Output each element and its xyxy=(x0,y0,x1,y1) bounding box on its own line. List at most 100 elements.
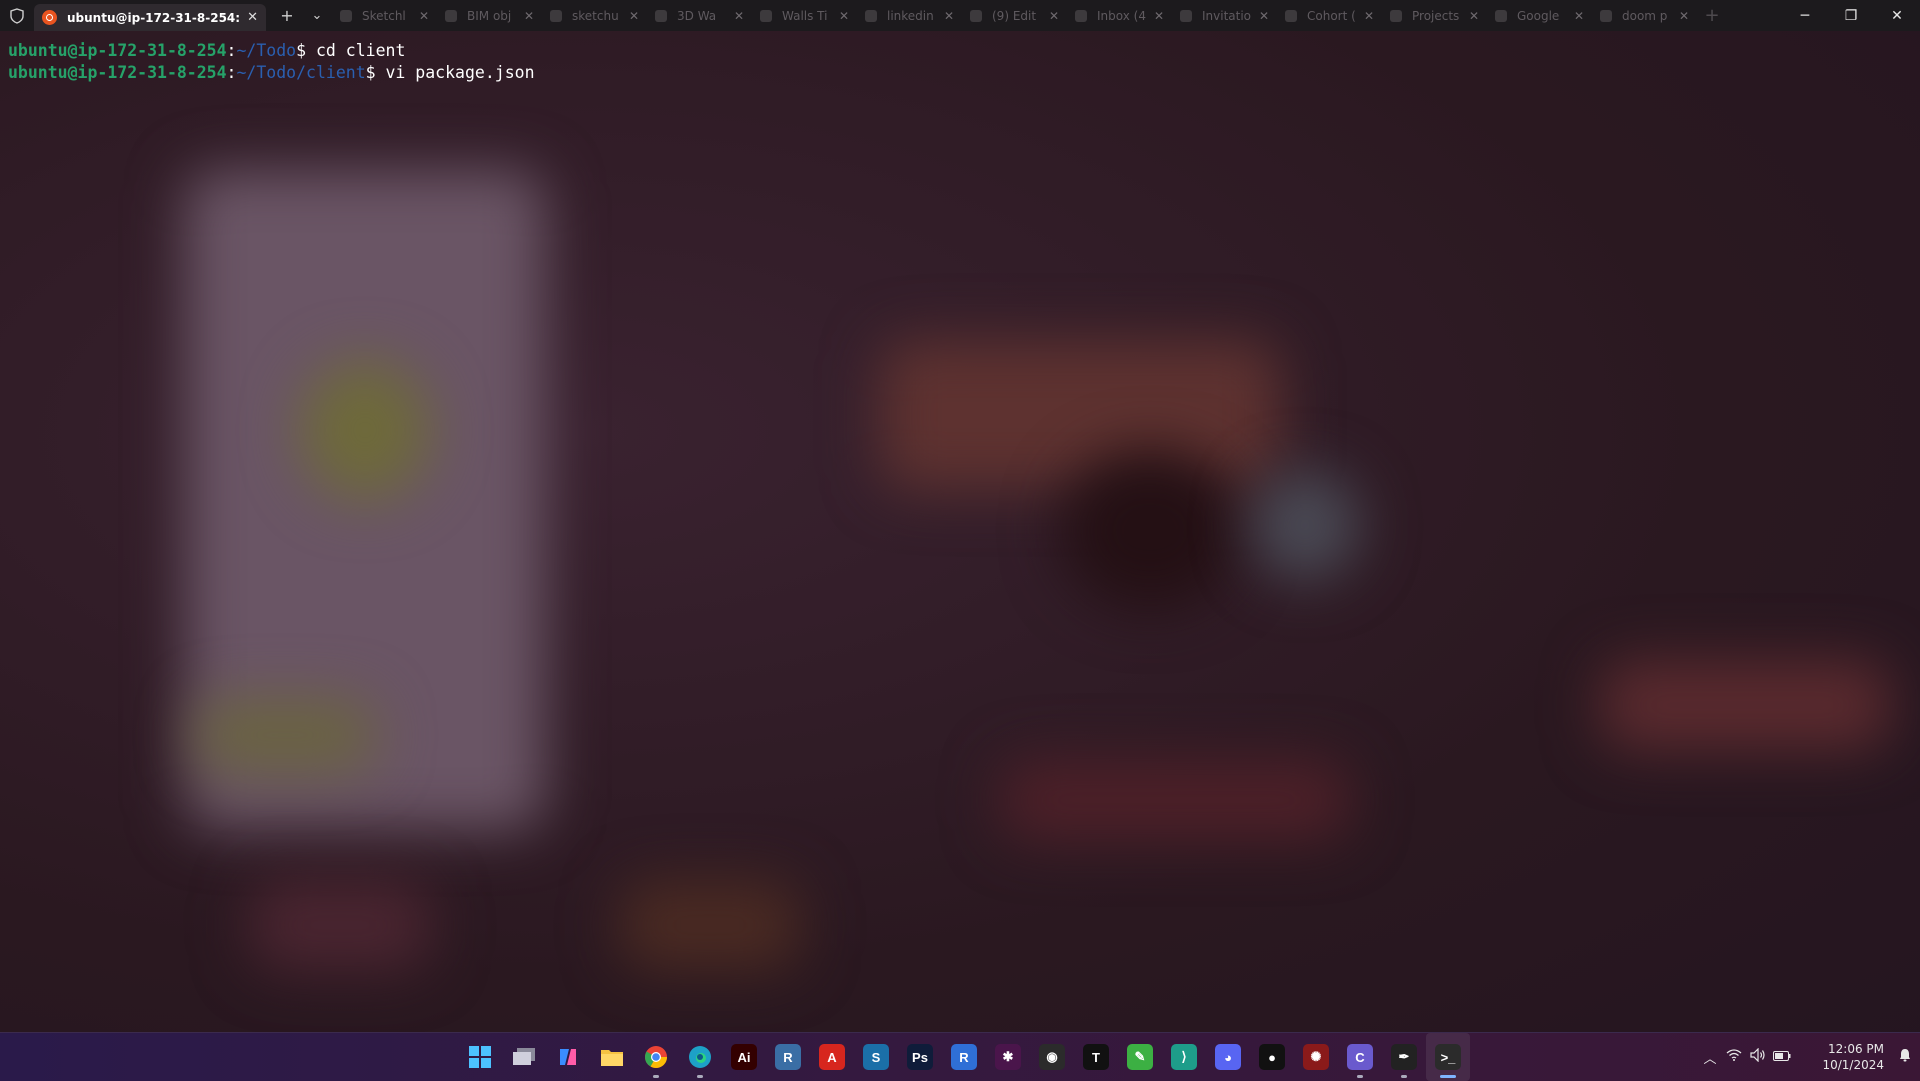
close-button[interactable]: ✕ xyxy=(1874,0,1920,31)
taskbar-app-slack[interactable]: ✱ xyxy=(986,1033,1030,1081)
chevron-up-icon[interactable]: ︿ xyxy=(1698,1048,1722,1067)
taskbar-app-file-explorer[interactable] xyxy=(590,1033,634,1081)
typora-icon: T xyxy=(1083,1044,1109,1070)
revit-icon: R xyxy=(775,1044,801,1070)
taskbar-app-copilot[interactable] xyxy=(546,1033,590,1081)
notification-bell-icon[interactable] xyxy=(1890,1048,1920,1066)
taskbar-app-typora[interactable]: T xyxy=(1074,1033,1118,1081)
tab-close-icon[interactable]: ✕ xyxy=(629,9,639,23)
chrome-icon xyxy=(1495,9,1507,22)
tab-label: Walls Ti xyxy=(782,8,828,23)
tab-label: Projects xyxy=(1412,8,1460,23)
ubuntu-icon xyxy=(42,10,57,25)
tab-background[interactable]: Projects ✕ xyxy=(1382,0,1487,31)
taskbar-app-revit-viewer[interactable]: R xyxy=(942,1033,986,1081)
tab-background[interactable]: linkedin ✕ xyxy=(857,0,962,31)
tab-title: ubuntu@ip-172-31-8-254: ~/T xyxy=(67,10,240,25)
tab-close-icon[interactable]: ✕ xyxy=(1259,9,1269,23)
taskbar-app-sketchup[interactable]: S xyxy=(854,1033,898,1081)
tab-label: (9) Edit xyxy=(992,8,1037,23)
tab-close-icon[interactable]: ✕ xyxy=(839,9,849,23)
running-indicator xyxy=(1357,1075,1363,1078)
background-tabs: Sketchl ✕ BIM obj ✕ sketchu ✕ 3D Wa ✕ Walls Ti ✕ l… xyxy=(332,0,1697,31)
prompt-colon: : xyxy=(226,41,237,60)
prompt-user: ubuntu@ip-172-31-8-254 xyxy=(8,41,227,60)
minimize-button[interactable]: ─ xyxy=(1782,0,1828,31)
prompt-colon: : xyxy=(226,63,237,82)
tab-background[interactable]: sketchu ✕ xyxy=(542,0,647,31)
taskbar-app-illustrator[interactable]: Ai xyxy=(722,1033,766,1081)
gmail-icon xyxy=(1075,9,1087,22)
photoshop-icon: Ps xyxy=(907,1044,933,1070)
illustrator-icon: Ai xyxy=(731,1044,757,1070)
new-tab-button[interactable]: + xyxy=(272,0,302,31)
taskbar-app-davinci[interactable]: ✺ xyxy=(1294,1033,1338,1081)
taskbar-app-github[interactable]: ● xyxy=(1250,1033,1294,1081)
tab-dropdown-button[interactable]: ⌄ xyxy=(302,0,332,31)
tab-background[interactable]: Cohort (✕ xyxy=(1277,0,1382,31)
taskbar-app-notepad-green[interactable]: ✎ xyxy=(1118,1033,1162,1081)
prompt-user: ubuntu@ip-172-31-8-254 xyxy=(8,63,227,82)
taskbar-app-start-button[interactable] xyxy=(458,1033,502,1081)
battery-icon[interactable] xyxy=(1770,1050,1794,1065)
clock[interactable]: 12:06 PM 10/1/2024 xyxy=(1806,1041,1884,1073)
tab-close-icon[interactable]: ✕ xyxy=(734,9,744,23)
tab-close-icon[interactable]: ✕ xyxy=(419,9,429,23)
command-text: cd client xyxy=(315,41,406,60)
taskbar-app-task-view[interactable] xyxy=(502,1033,546,1081)
taskbar-app-acrobat[interactable]: A xyxy=(810,1033,854,1081)
taskbar-app-inkscape[interactable]: ✒ xyxy=(1382,1033,1426,1081)
tab-close-icon[interactable]: ✕ xyxy=(1154,9,1164,23)
tab-background[interactable]: Walls Ti ✕ xyxy=(752,0,857,31)
command-text: vi package.json xyxy=(385,63,535,82)
terminal-output[interactable]: ubuntu@ip-172-31-8-254:~/Todo$ cd client… xyxy=(8,40,535,84)
tab-close-icon[interactable]: ✕ xyxy=(1049,9,1059,23)
3d-warehouse-icon xyxy=(655,9,667,22)
tab-label: Invitatio xyxy=(1202,8,1252,23)
taskbar-app-edge[interactable] xyxy=(678,1033,722,1081)
tab-close-icon[interactable]: ✕ xyxy=(1469,9,1479,23)
tab-close-icon[interactable]: ✕ xyxy=(1679,9,1689,23)
tab-background[interactable]: Google ✕ xyxy=(1487,0,1592,31)
tab-close-icon[interactable]: ✕ xyxy=(1574,9,1584,23)
tab-background[interactable]: (9) Edit ✕ xyxy=(962,0,1067,31)
taskbar-app-obs[interactable]: ◉ xyxy=(1030,1033,1074,1081)
obs-icon: ◉ xyxy=(1039,1044,1065,1070)
notepad-green-icon: ✎ xyxy=(1127,1044,1153,1070)
tab-background[interactable]: Invitatio ✕ xyxy=(1172,0,1277,31)
tab-close-icon[interactable]: ✕ xyxy=(524,9,534,23)
taskbar-app-terminal[interactable]: >_ xyxy=(1426,1033,1470,1081)
tab-label: doom p xyxy=(1622,8,1668,23)
tab-background[interactable]: 3D Wa ✕ xyxy=(647,0,752,31)
tab-background[interactable]: Inbox (4 ✕ xyxy=(1067,0,1172,31)
tab-background[interactable]: Sketchl ✕ xyxy=(332,0,437,31)
maximize-button[interactable]: ❐ xyxy=(1828,0,1874,31)
taskbar-app-chrome[interactable] xyxy=(634,1033,678,1081)
tab-close-icon[interactable]: ✕ xyxy=(1364,9,1374,23)
sketchup-icon xyxy=(550,9,562,22)
taskbar-app-browser-c[interactable]: C xyxy=(1338,1033,1382,1081)
tab-background[interactable]: BIM obj ✕ xyxy=(437,0,542,31)
taskbar: Ai R A S Ps R ✱ ◉ T ✎ ⟩ ◕ ● ✺ C ✒ >_ ︿ 12:06 PM 10/1/202… xyxy=(0,1032,1920,1081)
clock-time: 12:06 PM xyxy=(1828,1042,1884,1056)
tab-background[interactable]: doom p ✕ xyxy=(1592,0,1697,31)
shield-icon[interactable] xyxy=(0,0,34,31)
tab-close-icon[interactable]: ✕ xyxy=(247,10,258,25)
chrome-icon xyxy=(645,1046,667,1068)
volume-icon[interactable] xyxy=(1746,1047,1770,1066)
running-indicator xyxy=(653,1075,659,1078)
prompt-path: ~/Todo xyxy=(236,41,297,60)
terminal-line: ubuntu@ip-172-31-8-254:~/Todo$ cd client xyxy=(8,40,535,62)
tab-active-terminal[interactable]: ubuntu@ip-172-31-8-254: ~/T ✕ xyxy=(34,4,266,31)
tab-label: linkedin xyxy=(887,8,934,23)
wifi-icon[interactable] xyxy=(1722,1049,1746,1065)
running-indicator xyxy=(1440,1075,1456,1078)
sketchup-icon: S xyxy=(863,1044,889,1070)
tab-close-icon[interactable]: ✕ xyxy=(944,9,954,23)
taskbar-app-revit[interactable]: R xyxy=(766,1033,810,1081)
taskbar-app-discord[interactable]: ◕ xyxy=(1206,1033,1250,1081)
taskbar-app-photoshop[interactable]: Ps xyxy=(898,1033,942,1081)
taskbar-app-vscode[interactable]: ⟩ xyxy=(1162,1033,1206,1081)
running-indicator xyxy=(1401,1075,1407,1078)
davinci-icon: ✺ xyxy=(1303,1044,1329,1070)
